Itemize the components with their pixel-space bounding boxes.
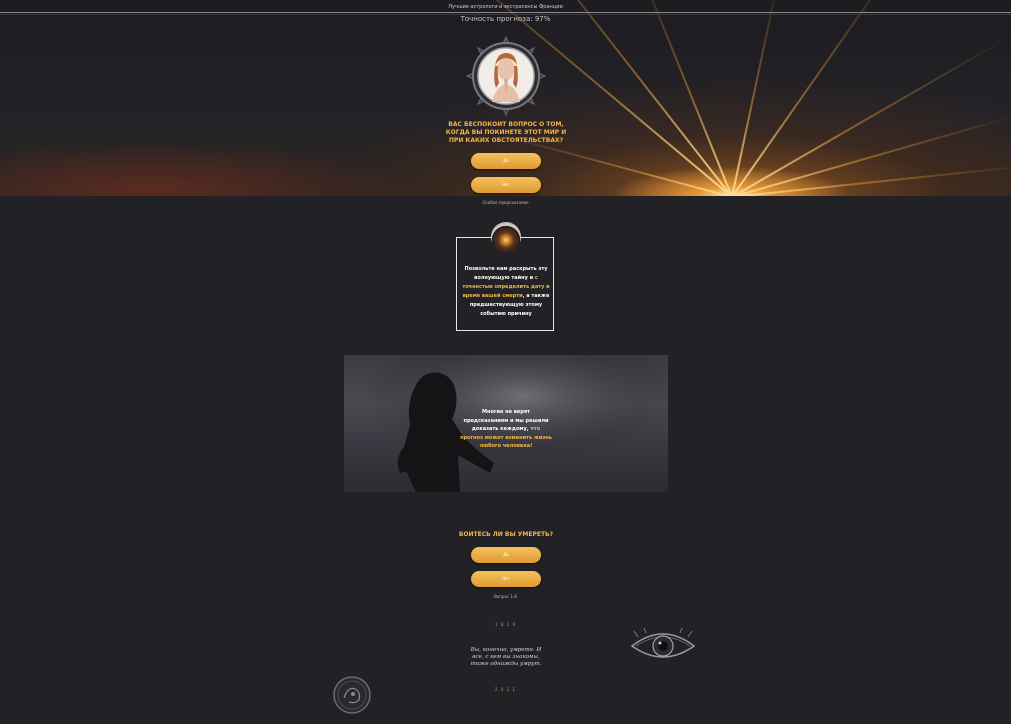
header-divider: [0, 12, 1011, 13]
yes-button[interactable]: Да: [471, 547, 541, 563]
light-ray: [731, 164, 1011, 196]
eye-icon: [630, 628, 696, 658]
light-ray: [731, 113, 1011, 196]
year-label: 1 8 2 9: [495, 622, 516, 627]
site-tagline: Лучшие астрологи и экстрасенсы Франции: [448, 4, 563, 10]
zodiac-coin-icon: [333, 676, 371, 714]
year-label: 2 0 2 1: [495, 687, 516, 692]
question-title: БОИТЕСЬ ЛИ ВЫ УМЕРЕТЬ?: [458, 531, 554, 538]
accuracy-label: Точность прогноза: 97%: [460, 15, 551, 23]
special-note: Особое предсказание: [482, 200, 529, 205]
question-title: ВАС БЕСПОКОИТ ВОПРОС О ТОМ, КОГДА ВЫ ПОК…: [445, 121, 567, 144]
light-ray: [633, 0, 733, 196]
praying-woman-medallion: [466, 36, 546, 116]
no-button[interactable]: Нет: [471, 571, 541, 587]
light-ray: [731, 0, 781, 196]
quote-text: Вы, конечно, умрете. И все, с кем вы зна…: [470, 647, 542, 667]
question-progress: Вопрос 1-8: [494, 594, 517, 599]
light-ray: [731, 0, 900, 196]
no-button[interactable]: Нет: [471, 177, 541, 193]
yes-button[interactable]: Да: [471, 153, 541, 169]
photo-caption: Многие не верят предсказаниям и мы решил…: [460, 408, 552, 451]
info-box-text: Позвольте нам раскрыть эту волнующую тай…: [462, 265, 550, 319]
candle-icon: [491, 222, 521, 252]
light-ray: [409, 0, 733, 196]
